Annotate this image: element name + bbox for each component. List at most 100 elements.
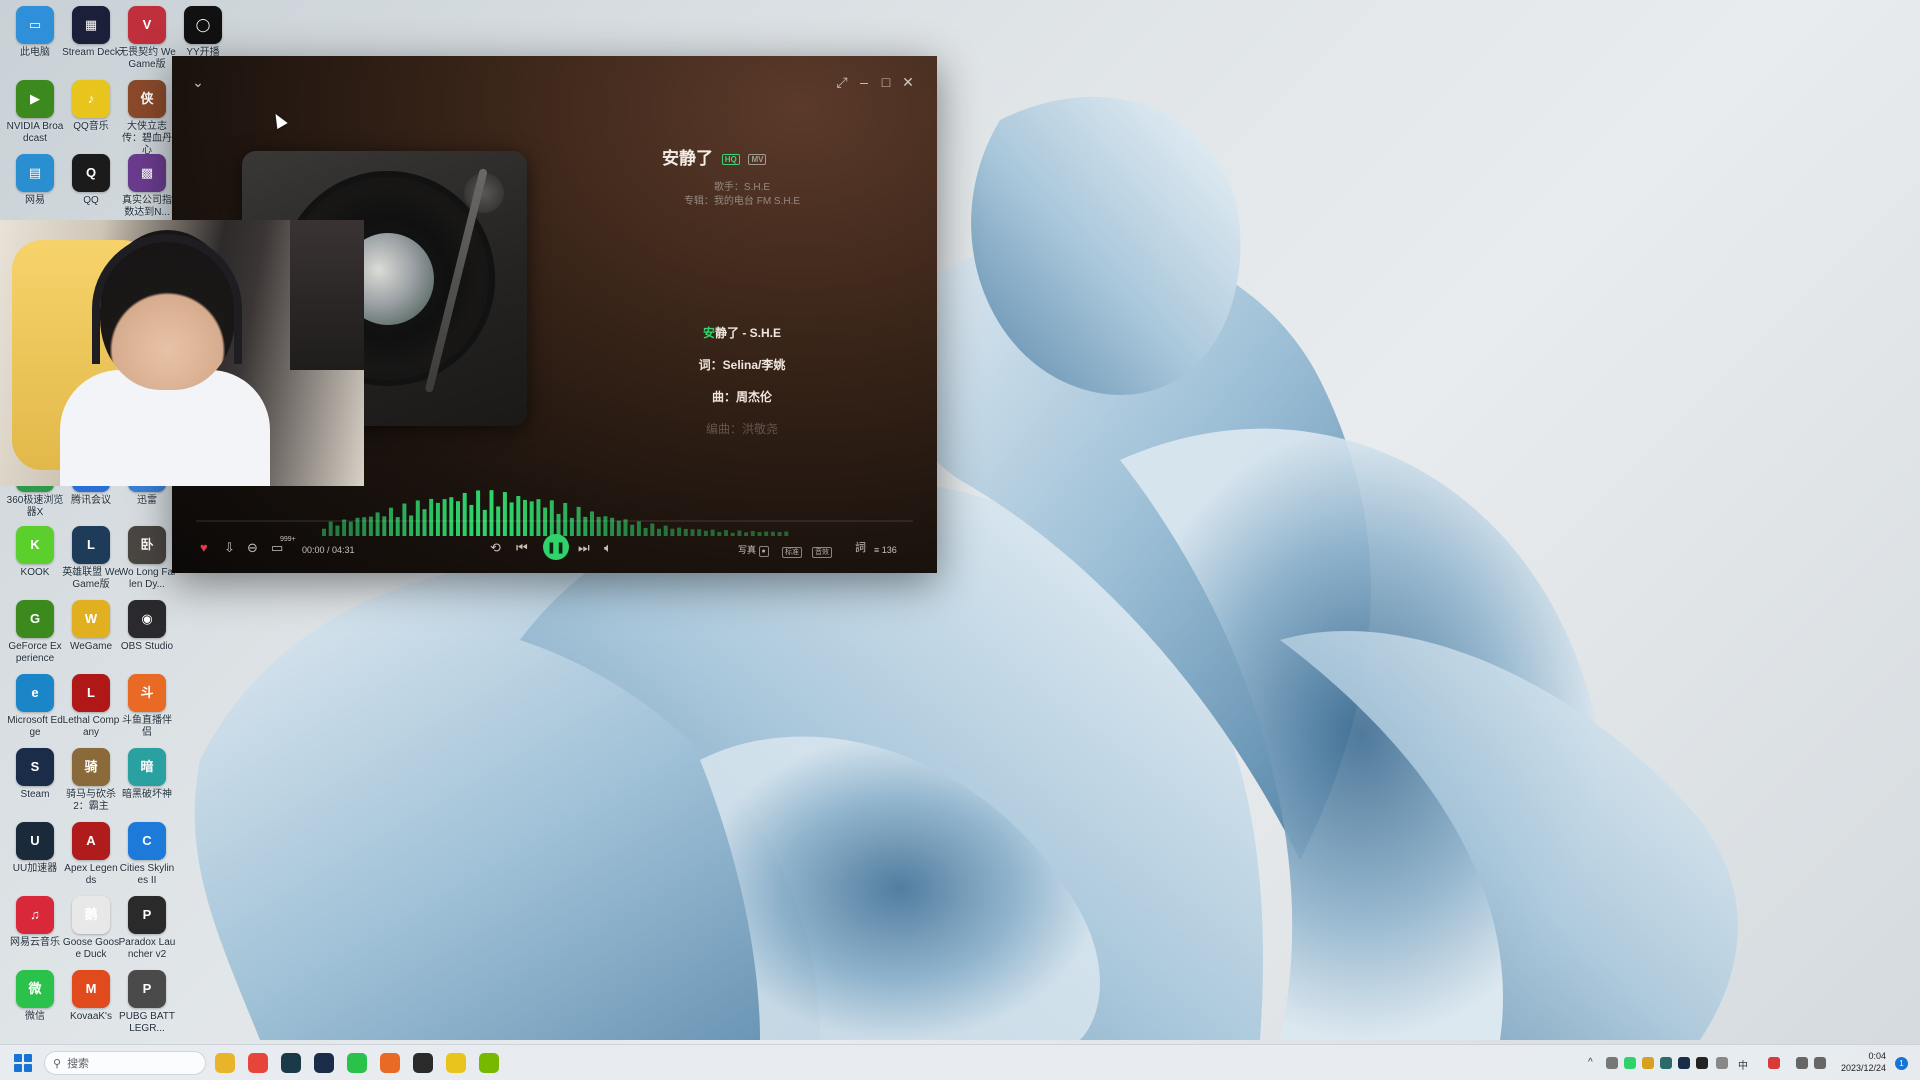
ime-icon[interactable]: 中 xyxy=(1738,1057,1750,1072)
desktop-icon-label: Apex Legends xyxy=(64,863,118,886)
effect-button[interactable]: 音效 xyxy=(812,542,832,558)
desktop-icon[interactable]: ▩ 真实公司指数达到N... xyxy=(118,154,176,219)
heart-icon[interactable]: ♥ xyxy=(200,540,208,556)
desktop-icon[interactable]: 卧 Wo Long Fallen Dy... xyxy=(118,526,176,591)
desktop-icon[interactable]: U UU加速器 xyxy=(6,822,64,875)
tray-expand-icon[interactable]: ^ xyxy=(1588,1057,1600,1069)
desktop-icon[interactable]: M KovaaK's xyxy=(62,970,120,1023)
desktop-icon[interactable]: ▦ Stream Deck xyxy=(62,6,120,59)
toggle-switch[interactable]: ● xyxy=(758,546,769,557)
desktop-icon-label: UU加速器 xyxy=(12,863,58,874)
desktop-icon[interactable]: W WeGame xyxy=(62,600,120,653)
visualizer-bar xyxy=(523,499,527,536)
desktop-icon[interactable]: P Paradox Launcher v2 xyxy=(118,896,176,961)
playlist-icon: ≡ xyxy=(874,545,880,555)
loop-icon[interactable]: ⟲ xyxy=(490,540,501,556)
photo-toggle[interactable]: 写真 ● xyxy=(738,542,769,558)
app-icon: 卧 xyxy=(128,526,166,564)
singer-info[interactable]: 歌手：S.H.E xyxy=(612,178,872,193)
webcam-overlay xyxy=(0,220,364,486)
next-icon[interactable]: ⏭ xyxy=(578,540,590,556)
download-icon[interactable]: ⇩ xyxy=(224,540,235,556)
desktop-icon-label: NVIDIA Broadcast xyxy=(6,121,64,144)
lyric-highlight: 安 xyxy=(702,326,715,340)
tray-icon[interactable] xyxy=(1696,1057,1708,1069)
desktop-icon[interactable]: Q QQ xyxy=(62,154,120,207)
desktop-icon[interactable]: 骑骑马与砍杀2：霸主 xyxy=(62,748,120,813)
desktop-icon[interactable]: 侠大侠立志传：碧血丹心 xyxy=(118,80,176,157)
desktop-icon[interactable]: S Steam xyxy=(6,748,64,801)
wechat-icon[interactable] xyxy=(347,1053,367,1073)
mv-badge[interactable]: MV xyxy=(748,154,767,166)
fullscreen-icon[interactable]: ⤢ xyxy=(834,74,850,91)
visualizer-bar xyxy=(442,499,447,536)
desktop-icon[interactable]: 鹅 Goose Goose Duck xyxy=(62,896,120,961)
microphone-icon[interactable] xyxy=(1716,1057,1728,1069)
tray-icon[interactable] xyxy=(1642,1057,1654,1069)
playback-controls: ♥ ⇩ ⊖ ▭ 999+ 00:00 / 04:31 ⟲ ⏮ ❚❚ ⏭ 🔈︎ 写… xyxy=(172,532,937,568)
desktop-icon[interactable]: ▤ 网易 xyxy=(6,154,64,207)
desktop-icon[interactable]: ♪ QQ音乐 xyxy=(62,80,120,133)
qq-music-icon[interactable] xyxy=(446,1053,466,1073)
desktop-icon[interactable]: A Apex Legends xyxy=(62,822,120,887)
desktop-icon[interactable]: V 无畏契约 WeGame版 xyxy=(118,6,176,71)
network-icon[interactable] xyxy=(1796,1057,1808,1069)
desktop-icon[interactable]: e Microsoft Edge xyxy=(6,674,64,739)
app-icon: ▤ xyxy=(16,154,54,192)
playlist-button[interactable]: ≡ 136 xyxy=(874,542,897,558)
app-icon: Q xyxy=(72,154,110,192)
lyrics-icon[interactable]: 詞 xyxy=(855,540,866,556)
minimize-icon[interactable]: – xyxy=(856,74,872,90)
desktop-icon[interactable]: G GeForce Experience xyxy=(6,600,64,665)
block-icon[interactable]: ⊖ xyxy=(247,540,258,556)
desktop-icon[interactable]: ◉ OBS Studio xyxy=(118,600,176,653)
volume-icon[interactable]: 🔈︎ xyxy=(604,540,612,556)
quality-button[interactable]: 标准 xyxy=(782,542,802,558)
app-icon: ▶ xyxy=(16,80,54,118)
taskbar: ⚲ 搜索 ^ 中 0:04 2023/12/24 1 xyxy=(0,1044,1920,1080)
close-icon[interactable]: ✕ xyxy=(900,74,916,91)
desktop-icon[interactable]: 微微信 xyxy=(6,970,64,1023)
desktop-icon[interactable]: ▭ 此电脑 xyxy=(6,6,64,59)
tray-icon[interactable] xyxy=(1624,1057,1636,1069)
app-circle-icon[interactable] xyxy=(281,1053,301,1073)
desktop-icon[interactable]: L Lethal Company xyxy=(62,674,120,739)
photo-label: 写真 xyxy=(738,545,757,555)
pause-button[interactable]: ❚❚ xyxy=(543,534,569,560)
chrome-icon[interactable] xyxy=(248,1053,268,1073)
headset xyxy=(92,234,242,364)
douyu-icon[interactable] xyxy=(380,1053,400,1073)
app-icon: L xyxy=(72,526,110,564)
desktop-icon-label: 英雄联盟 WeGame版 xyxy=(62,567,120,590)
progress-bar[interactable] xyxy=(196,520,913,522)
tray-icon[interactable] xyxy=(1768,1057,1780,1069)
steam-icon[interactable] xyxy=(314,1053,334,1073)
tray-icon[interactable] xyxy=(1678,1057,1690,1069)
maximize-icon[interactable]: □ xyxy=(878,74,894,90)
windows-start-icon[interactable] xyxy=(14,1054,32,1072)
desktop-icon[interactable]: ◯ YY开播 xyxy=(174,6,232,59)
file-explorer-icon[interactable] xyxy=(215,1053,235,1073)
desktop-icon[interactable]: 暗暗黑破坏神 xyxy=(118,748,176,801)
desktop-icon-label: Stream Deck xyxy=(62,47,120,58)
collapse-icon[interactable]: ⌄ xyxy=(190,74,206,91)
desktop-icon[interactable]: 斗斗鱼直播伴侣 xyxy=(118,674,176,739)
taskbar-search[interactable]: ⚲ 搜索 xyxy=(44,1051,206,1075)
album-info[interactable]: 专辑：我的电台 FM S.H.E xyxy=(612,192,872,207)
desktop-icon[interactable]: ▶ NVIDIA Broadcast xyxy=(6,80,64,145)
previous-icon[interactable]: ⏮ xyxy=(516,540,528,556)
app-icon: ▩ xyxy=(128,154,166,192)
desktop-icon[interactable]: K KOOK xyxy=(6,526,64,579)
netease-red-icon[interactable] xyxy=(413,1053,433,1073)
tray-icon[interactable] xyxy=(1660,1057,1672,1069)
system-clock[interactable]: 0:04 2023/12/24 xyxy=(1841,1050,1886,1074)
desktop-icon-label: 暗黑破坏神 xyxy=(122,789,172,800)
tray-icon[interactable] xyxy=(1606,1057,1618,1069)
desktop-icon[interactable]: C Cities Skylines II xyxy=(118,822,176,887)
notification-badge[interactable]: 1 xyxy=(1895,1057,1908,1070)
desktop-icon[interactable]: L 英雄联盟 WeGame版 xyxy=(62,526,120,591)
nvidia-green-icon[interactable] xyxy=(479,1053,499,1073)
desktop-icon[interactable]: P PUBG BATTLEGR... xyxy=(118,970,176,1035)
desktop-icon[interactable]: ♫ 网易云音乐 xyxy=(6,896,64,949)
volume-tray-icon[interactable] xyxy=(1814,1057,1826,1069)
